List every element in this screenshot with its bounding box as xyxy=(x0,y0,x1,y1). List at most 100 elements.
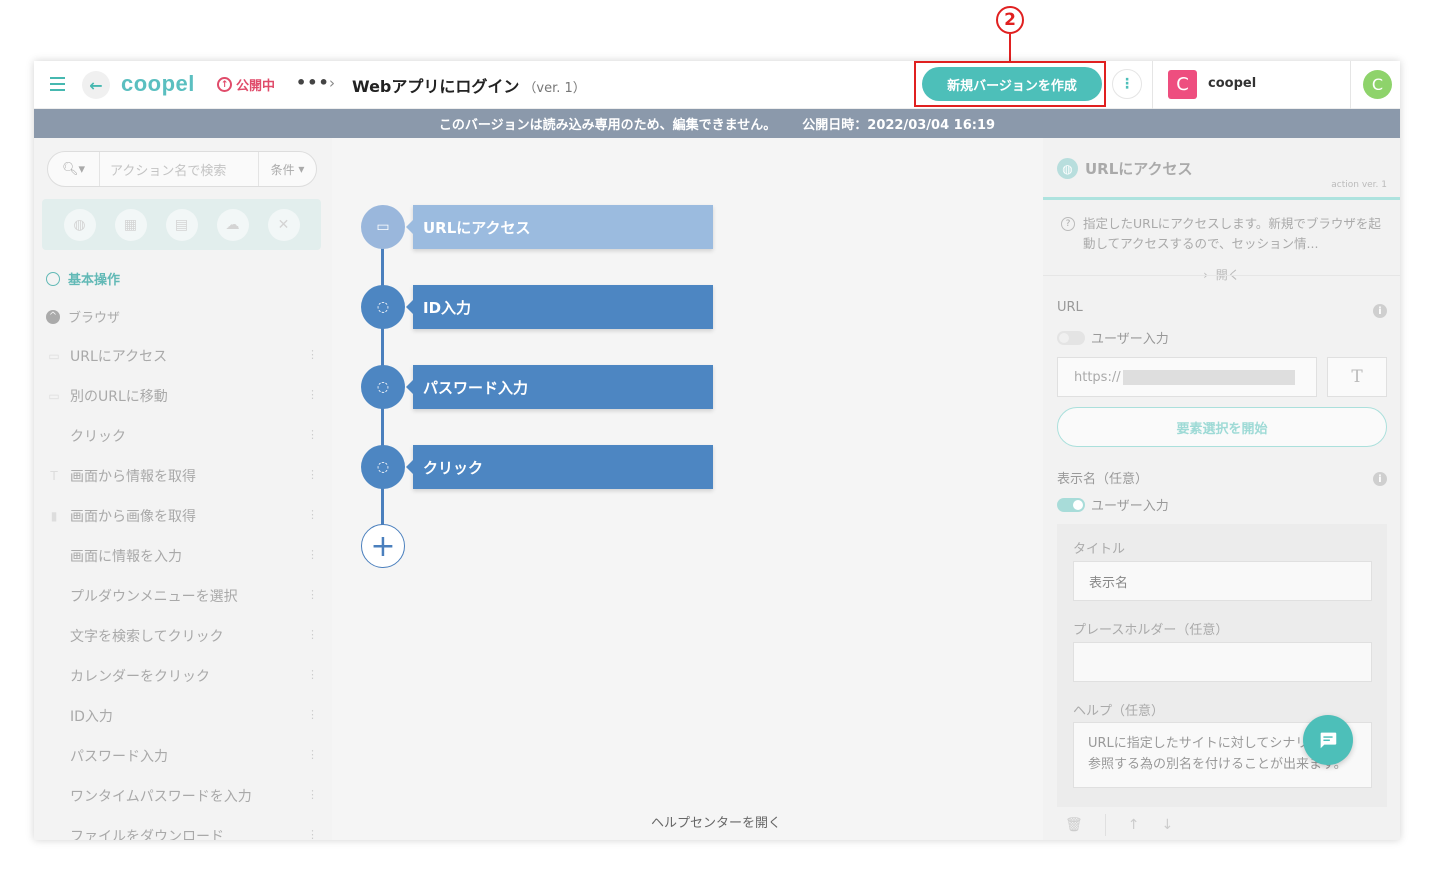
list-item[interactable]: ID入力 ⋮ xyxy=(34,696,332,736)
list-item[interactable]: ▭ URLにアクセス ⋮ xyxy=(34,336,332,376)
browser-window-icon[interactable]: ▭ xyxy=(361,205,405,249)
kebab-icon[interactable]: ⋮ xyxy=(307,348,318,361)
status-badge[interactable]: ↑ 公開中 xyxy=(217,75,275,94)
tools-icon[interactable]: ✕ xyxy=(267,208,300,241)
condition-label: 条件 xyxy=(270,162,295,177)
panel-footer: 🗑︎ ↑ ↓ xyxy=(1043,810,1400,840)
chevron-right-icon: › xyxy=(329,74,335,92)
start-element-select-button[interactable]: 要素選択を開始 xyxy=(1057,407,1387,447)
kebab-icon[interactable]: ⋮ xyxy=(307,708,318,721)
published-datetime: 公開日時：2022/03/04 16:19 xyxy=(802,118,996,133)
excel-icon[interactable]: ▦ xyxy=(114,208,147,241)
otp-icon xyxy=(46,790,62,802)
info-icon[interactable]: i xyxy=(1373,304,1387,318)
chat-button[interactable] xyxy=(1303,715,1353,765)
toggle-switch[interactable] xyxy=(1057,330,1085,345)
panel-header: ◍ URLにアクセス action ver. 1 xyxy=(1043,138,1400,200)
list-item[interactable]: プルダウンメニューを選択 ⋮ xyxy=(34,576,332,616)
flow-node[interactable]: URLにアクセス xyxy=(406,205,713,249)
kebab-icon[interactable]: ⋮ xyxy=(307,388,318,401)
list-item[interactable]: ワンタイムパスワードを入力 ⋮ xyxy=(34,776,332,816)
file-icon: ▮ xyxy=(50,509,58,523)
kebab-icon[interactable]: ⋮ xyxy=(307,588,318,601)
annotation-step-number: 2 xyxy=(996,6,1024,34)
kebab-icon[interactable]: ⋮ xyxy=(307,668,318,681)
user-avatar[interactable]: C xyxy=(1363,70,1392,99)
placeholder-field[interactable] xyxy=(1073,642,1372,682)
kebab-icon[interactable]: ⋮ xyxy=(307,788,318,801)
action-version: action ver. 1 xyxy=(1331,180,1387,190)
trash-icon[interactable]: 🗑︎ xyxy=(1065,817,1083,833)
divider xyxy=(1104,814,1106,836)
readonly-banner: このバージョンは読み込み専用のため、編集できません。 公開日時：2022/03/… xyxy=(34,109,1400,138)
list-item[interactable]: ファイルをダウンロード ⋮ xyxy=(34,816,332,840)
section-browser[interactable]: ^ ブラウザ xyxy=(46,307,120,326)
flow-node[interactable]: ID入力 xyxy=(406,285,713,329)
globe-icon[interactable]: ◍ xyxy=(63,208,96,241)
chevron-up-icon: ^ xyxy=(46,309,60,324)
kebab-icon[interactable]: ⋮ xyxy=(307,508,318,521)
spinner-icon[interactable]: ◌ xyxy=(361,365,405,409)
kebab-icon[interactable]: ⋮ xyxy=(307,628,318,641)
divider xyxy=(1043,275,1400,276)
list-item[interactable]: クリック ⋮ xyxy=(34,416,332,456)
cloud-icon[interactable]: ☁ xyxy=(216,208,249,241)
url-field[interactable]: https:// xyxy=(1057,357,1317,397)
spinner-icon[interactable]: ◌ xyxy=(361,445,405,489)
more-options-button[interactable]: ••• xyxy=(296,73,330,92)
list-item[interactable]: カレンダーをクリック ⋮ xyxy=(34,656,332,696)
back-arrow-icon[interactable]: ← xyxy=(82,71,110,99)
arrow-down-icon[interactable]: ↓ xyxy=(1162,817,1174,833)
flow-canvas: ▭ URLにアクセス ◌ ID入力 ◌ パスワード入力 ◌ クリック + ヘルプ… xyxy=(332,138,1043,840)
description-text: 指定したURLにアクセスします。新規でブラウザを起動してアクセスするので、セッシ… xyxy=(1083,216,1381,251)
arrow-up-icon[interactable]: ↑ xyxy=(1128,817,1140,833)
info-icon[interactable]: i xyxy=(1373,472,1387,486)
menu-icon[interactable] xyxy=(50,77,65,91)
kebab-icon[interactable]: ⋮ xyxy=(307,748,318,761)
org-avatar[interactable]: C xyxy=(1168,70,1197,99)
list-item[interactable]: 文字を検索してクリック ⋮ xyxy=(34,616,332,656)
list-item-label: クリック xyxy=(70,429,126,445)
list-item[interactable]: ▭ 別のURLに移動 ⋮ xyxy=(34,376,332,416)
version-label: （ver. 1） xyxy=(523,81,586,96)
list-item[interactable]: T 画面から情報を取得 ⋮ xyxy=(34,456,332,496)
panel-title-text: URLにアクセス xyxy=(1085,160,1193,178)
annotation-highlight-box xyxy=(914,61,1106,107)
document-icon[interactable]: ▤ xyxy=(165,208,198,241)
user-input-toggle-display[interactable]: ユーザー入力 xyxy=(1057,495,1169,514)
list-item[interactable]: 画面に情報を入力 ⋮ xyxy=(34,536,332,576)
list-item-label: 画面から情報を取得 xyxy=(70,469,196,485)
spinner-icon[interactable]: ◌ xyxy=(361,285,405,329)
title-label: タイトル xyxy=(1073,542,1126,557)
header: ← coopel ↑ 公開中 ••• › Webアプリにログイン （ver. 1）… xyxy=(34,61,1400,109)
list-item-label: 文字を検索してクリック xyxy=(70,629,224,645)
flow-node[interactable]: クリック xyxy=(406,445,713,489)
section-basic-label: 基本操作 xyxy=(68,273,121,288)
search-icon[interactable]: 🔍︎▾ xyxy=(48,152,100,186)
dropdown-icon xyxy=(46,590,62,602)
search-input[interactable]: アクション名で検索 xyxy=(100,160,258,179)
action-search[interactable]: 🔍︎▾ アクション名で検索 条件 ▾ xyxy=(47,151,317,187)
flow-node[interactable]: パスワード入力 xyxy=(406,365,713,409)
kebab-menu-icon[interactable]: ⋮ xyxy=(1112,69,1142,99)
org-name[interactable]: coopel xyxy=(1208,76,1256,91)
list-item[interactable]: ▮ 画面から画像を取得 ⋮ xyxy=(34,496,332,536)
user-input-toggle-url[interactable]: ユーザー入力 xyxy=(1057,328,1169,347)
condition-dropdown[interactable]: 条件 ▾ xyxy=(258,152,316,186)
list-item[interactable]: パスワード入力 ⋮ xyxy=(34,736,332,776)
section-basic[interactable]: 基本操作 xyxy=(46,269,120,288)
calendar-icon xyxy=(46,670,62,682)
list-item-label: URLにアクセス xyxy=(70,349,168,365)
title-field[interactable]: 表示名 xyxy=(1073,561,1372,601)
kebab-icon[interactable]: ⋮ xyxy=(307,548,318,561)
kebab-icon[interactable]: ⋮ xyxy=(307,468,318,481)
kebab-icon[interactable]: ⋮ xyxy=(307,828,318,840)
toggle-switch[interactable] xyxy=(1057,497,1085,512)
help-center-link[interactable]: ヘルプセンターを開く xyxy=(332,812,1100,831)
click-icon xyxy=(46,430,62,442)
add-node-button[interactable]: + xyxy=(361,524,405,568)
kebab-icon[interactable]: ⋮ xyxy=(307,428,318,441)
category-bar: ◍ ▦ ▤ ☁ ✕ xyxy=(42,199,321,250)
list-item-label: 画面から画像を取得 xyxy=(70,509,196,525)
text-format-button[interactable]: T xyxy=(1327,357,1387,397)
